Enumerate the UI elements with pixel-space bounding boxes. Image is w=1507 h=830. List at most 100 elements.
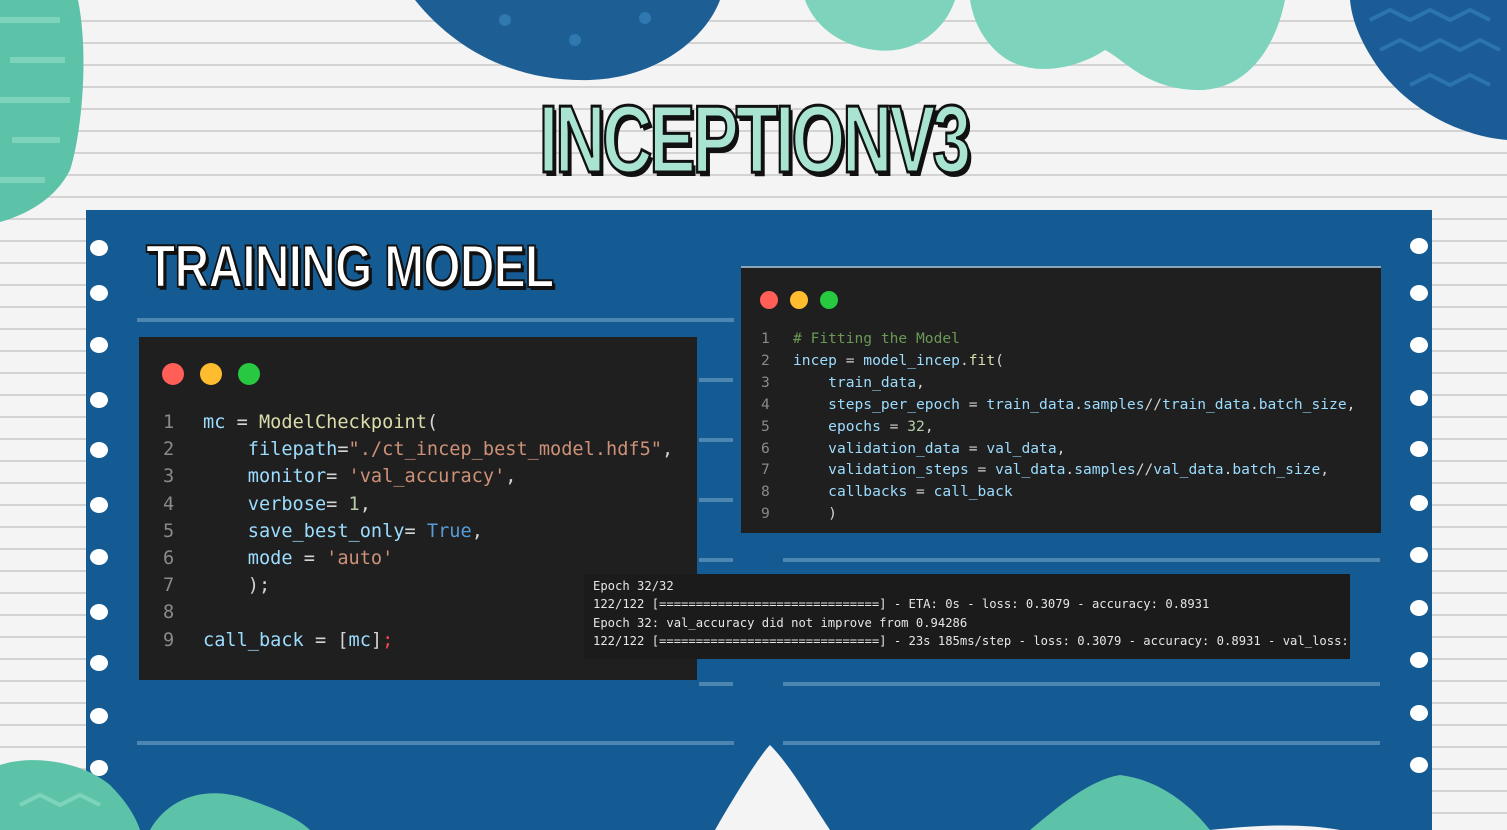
code-token: = bbox=[225, 412, 259, 433]
code-token: . bbox=[1074, 395, 1083, 413]
line-number: 1 bbox=[163, 412, 175, 433]
window-close-dot bbox=[760, 291, 778, 309]
code-token: // bbox=[1135, 461, 1154, 479]
code-line: 6 validation_data = val_data, bbox=[761, 438, 1355, 460]
code-line: 2 incep = model_incep.fit( bbox=[761, 350, 1355, 372]
decorative-blob-top-right-teal bbox=[805, 0, 1285, 91]
code-line: 7 validation_steps = val_data.samples//v… bbox=[761, 459, 1355, 481]
code-token: = bbox=[836, 351, 864, 369]
line-number: 3 bbox=[163, 466, 175, 488]
line-number: 5 bbox=[163, 520, 175, 542]
code-token: save_best_only bbox=[247, 520, 405, 542]
code-token: , bbox=[924, 417, 934, 435]
code-token: epochs bbox=[828, 417, 881, 435]
code-line: 1 mc = ModelCheckpoint( bbox=[163, 409, 673, 436]
log-line: Epoch 32: val_accuracy did not improve f… bbox=[593, 616, 968, 630]
line-number: 3 bbox=[761, 373, 770, 391]
code-line: 4 steps_per_epoch = train_data.samples//… bbox=[761, 394, 1355, 416]
code-token: ); bbox=[203, 575, 271, 597]
code-token: . bbox=[1249, 395, 1259, 413]
decorative-blob-top-right-blue bbox=[1350, 0, 1507, 140]
code-token: call_back bbox=[203, 629, 304, 651]
code-token: call_back bbox=[933, 483, 1013, 501]
code-token: = bbox=[292, 548, 327, 570]
code-line: 6 mode = 'auto' bbox=[163, 545, 673, 572]
code-token: ) bbox=[793, 505, 837, 523]
code-line: 3 train_data, bbox=[761, 372, 1355, 394]
code-line: 8 callbacks = call_back bbox=[761, 481, 1355, 503]
code-token: mc bbox=[203, 412, 226, 433]
code-token: = bbox=[326, 466, 349, 488]
window-maximize-dot bbox=[238, 363, 260, 385]
code-token: . bbox=[1065, 461, 1075, 479]
code-token: train_data bbox=[828, 373, 917, 391]
section-heading: TRAINING MODEL bbox=[145, 232, 555, 301]
code-block: 1 # Fitting the Model 2 incep = model_incep… bbox=[761, 328, 1355, 525]
code-token: ] bbox=[370, 629, 383, 651]
code-line: 2 filepath="./ct_incep_best_model.hdf5", bbox=[163, 436, 673, 463]
code-token: train_data bbox=[986, 395, 1075, 413]
code-token: ; bbox=[382, 629, 394, 651]
code-token: = bbox=[968, 461, 996, 479]
window-minimize-dot bbox=[200, 363, 222, 385]
code-token: val_data bbox=[1153, 461, 1224, 479]
window-maximize-dot bbox=[820, 291, 838, 309]
code-token: validation_data bbox=[828, 439, 960, 457]
code-token: , bbox=[1056, 439, 1066, 457]
code-token: True bbox=[426, 520, 472, 542]
code-token: train_data bbox=[1162, 395, 1250, 413]
code-token: callbacks bbox=[828, 483, 908, 501]
code-token: = bbox=[326, 493, 349, 515]
code-token: val_data bbox=[995, 461, 1066, 479]
code-token: 'auto' bbox=[326, 548, 394, 570]
code-token: # Fitting the Model bbox=[793, 330, 960, 347]
code-token: = bbox=[880, 417, 908, 435]
code-token: validation_steps bbox=[828, 461, 969, 479]
code-line: 5 save_best_only= True, bbox=[163, 518, 673, 545]
line-number: 8 bbox=[163, 602, 175, 624]
code-token: monitor bbox=[247, 466, 327, 488]
code-token: "./ct_incep_best_model.hdf5" bbox=[348, 439, 662, 461]
line-number: 6 bbox=[761, 439, 770, 457]
code-token: , bbox=[662, 439, 674, 461]
code-token: samples bbox=[1074, 461, 1136, 479]
code-token: model_incep bbox=[863, 351, 960, 369]
window-close-dot bbox=[162, 363, 184, 385]
code-token: , bbox=[471, 520, 483, 542]
code-token: = bbox=[907, 483, 934, 501]
page-title: INCEPTIONV3 bbox=[538, 86, 972, 193]
line-number: 8 bbox=[761, 483, 770, 501]
code-token: samples bbox=[1082, 395, 1145, 413]
code-token: = bbox=[337, 439, 349, 461]
line-number: 9 bbox=[761, 505, 770, 523]
code-token: batch_size bbox=[1258, 395, 1347, 413]
training-log-output: Epoch 32/32 122/122 [===================… bbox=[584, 574, 1350, 659]
code-token: , bbox=[916, 373, 925, 391]
code-token: , bbox=[1346, 395, 1356, 413]
code-line: 5 epochs = 32, bbox=[761, 416, 1355, 438]
code-token: , bbox=[359, 493, 371, 515]
code-token: 'val_accuracy' bbox=[348, 466, 506, 488]
code-token: mc bbox=[348, 629, 371, 651]
code-token: = bbox=[959, 439, 987, 457]
code-line: 9 ) bbox=[761, 503, 1355, 525]
code-token: batch_size bbox=[1232, 461, 1321, 479]
log-line: 122/122 [==============================]… bbox=[593, 597, 1210, 611]
code-token: 1 bbox=[348, 493, 360, 515]
log-line: 122/122 [==============================]… bbox=[593, 634, 1349, 648]
code-token: steps_per_epoch bbox=[828, 395, 960, 413]
code-token: = bbox=[959, 395, 987, 413]
line-number: 2 bbox=[761, 351, 770, 369]
line-number: 7 bbox=[163, 575, 175, 597]
code-token: . bbox=[959, 351, 969, 369]
line-number: 5 bbox=[761, 417, 770, 435]
code-token: val_data bbox=[986, 439, 1057, 457]
code-token: verbose bbox=[247, 493, 327, 515]
